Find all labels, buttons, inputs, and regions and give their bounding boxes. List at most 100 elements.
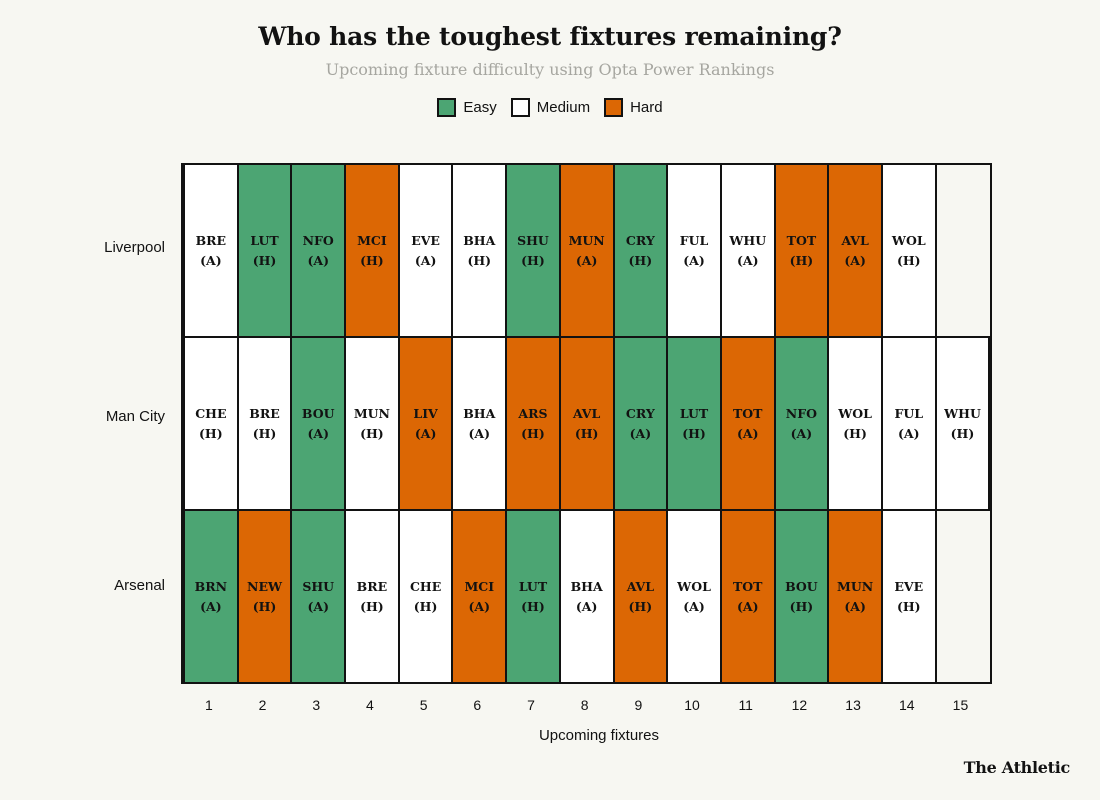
- fixture-cell[interactable]: BOU (H): [773, 511, 830, 682]
- fixture-cell[interactable]: LUT (H): [505, 511, 561, 682]
- fixture-cell[interactable]: WOL (H): [827, 338, 883, 509]
- fixture-cell[interactable]: EVE (H): [880, 511, 937, 682]
- fixture-cell[interactable]: BRE (H): [344, 511, 400, 682]
- fixture-cell[interactable]: SHU (A): [290, 511, 347, 682]
- fixture-opponent: FUL: [894, 406, 924, 422]
- fixture-cell[interactable]: CHE (H): [397, 511, 454, 682]
- fixture-row-arsenal: BRN (A) NEW (H) SHU (A) BRE (H) CHE (H) MCI (A) LUT (…: [181, 509, 993, 684]
- orange-square-swatch: [604, 98, 624, 117]
- x-axis-tick: 8: [580, 697, 589, 713]
- fixture-opponent: NEW: [247, 579, 283, 595]
- fixture-cell[interactable]: NEW (H): [236, 511, 293, 682]
- fixture-cell[interactable]: AVL (A): [827, 165, 883, 336]
- x-axis-tick: 11: [738, 697, 753, 713]
- x-axis-tick: 12: [791, 697, 808, 713]
- x-axis-tick: 9: [634, 697, 643, 713]
- fixture-cell[interactable]: FUL (A): [880, 338, 937, 509]
- fixture-cell[interactable]: TOT (A): [719, 338, 776, 509]
- page-title: Who has the toughest fixtures remaining?: [258, 22, 842, 51]
- fixture-venue: (H): [628, 252, 653, 268]
- fixture-cell[interactable]: NFO (A): [290, 165, 347, 336]
- fixture-cell[interactable]: LIV (A): [397, 338, 454, 509]
- fixture-opponent: NFO: [785, 406, 817, 422]
- fixture-venue: (A): [844, 598, 866, 614]
- fixture-cell[interactable]: BHA (A): [558, 511, 615, 682]
- fixture-opponent: CRY: [625, 233, 655, 249]
- fixture-opponent: CHE: [195, 406, 227, 422]
- fixture-opponent: MUN: [568, 233, 605, 249]
- fixture-venue: (H): [360, 598, 384, 614]
- fixture-venue: (H): [252, 598, 277, 614]
- fixture-cell[interactable]: AVL (H): [558, 338, 615, 509]
- fixture-opponent: LUT: [250, 233, 279, 249]
- row-label-man-city: Man City: [105, 407, 165, 425]
- fixture-cell[interactable]: TOT (A): [719, 511, 776, 682]
- fixture-venue: (A): [736, 598, 759, 614]
- x-axis-tick: 2: [258, 697, 267, 713]
- fixture-cell[interactable]: MUN (A): [558, 165, 615, 336]
- fixture-opponent: BRN: [194, 579, 228, 595]
- fixture-cell[interactable]: BRE (H): [236, 338, 293, 509]
- fixture-cell[interactable]: BHA (A): [451, 338, 508, 509]
- fixture-opponent: CHE: [409, 579, 442, 595]
- fixture-cell[interactable]: AVL (H): [612, 511, 669, 682]
- fixture-opponent: TOT: [786, 233, 817, 249]
- legend: Easy Medium Hard: [0, 98, 1100, 117]
- fixture-opponent: AVL: [573, 406, 601, 422]
- legend-item-medium: Medium: [510, 98, 591, 117]
- fixture-venue: (H): [896, 598, 921, 614]
- fixture-cell[interactable]: LUT (H): [236, 165, 293, 336]
- fixture-opponent: MUN: [353, 406, 390, 422]
- fixture-venue: (H): [896, 252, 921, 268]
- plot-area: BRE (A) LUT (H) NFO (A) MCI (H) EVE (A) BHA (H) SHU (…: [0, 0, 1100, 800]
- fixture-venue: (A): [844, 252, 866, 268]
- fixture-cell[interactable]: BHA (H): [451, 165, 508, 336]
- fixture-opponent: LIV: [413, 406, 438, 422]
- fixture-cell[interactable]: CRY (A): [612, 338, 669, 509]
- fixture-cell[interactable]: MUN (A): [827, 511, 883, 682]
- fixture-cell[interactable]: WOL (A): [666, 511, 722, 682]
- fixture-cell[interactable]: SHU (H): [505, 165, 561, 336]
- fixture-opponent: WOL: [677, 579, 711, 595]
- fixture-opponent: BOU: [301, 406, 335, 422]
- fixture-cell[interactable]: WHU (A): [719, 165, 776, 336]
- fixture-cell[interactable]: BRN (A): [183, 511, 239, 682]
- fixture-cell[interactable]: NFO (A): [773, 338, 830, 509]
- fixture-cell[interactable]: BRE (A): [183, 165, 239, 336]
- fixture-venue: (A): [629, 425, 652, 441]
- fixture-opponent: BRE: [356, 579, 388, 595]
- chart-subtitle: Upcoming fixture difficulty using Opta P…: [325, 60, 775, 79]
- fixture-cell[interactable]: CHE (H): [183, 338, 239, 509]
- fixture-row-man-city: CHE (H) BRE (H) BOU (A) MUN (H) LIV (A) BHA (A) ARS (…: [181, 336, 993, 511]
- fixture-cell[interactable]: WOL (H): [880, 165, 937, 336]
- fixture-cell[interactable]: MCI (A): [451, 511, 508, 682]
- fixture-venue: (A): [575, 252, 598, 268]
- fixture-cell[interactable]: ARS (H): [505, 338, 561, 509]
- fixture-cell[interactable]: LUT (H): [666, 338, 722, 509]
- x-axis-tick: 1: [204, 697, 213, 713]
- fixture-cell[interactable]: MCI (H): [344, 165, 400, 336]
- fixture-opponent: BHA: [570, 579, 603, 595]
- fixture-cell[interactable]: MUN (H): [344, 338, 400, 509]
- fixture-venue: (H): [628, 598, 653, 614]
- fixture-cell[interactable]: WHU (H): [934, 338, 991, 509]
- fixture-cell[interactable]: TOT (H): [773, 165, 830, 336]
- fixture-opponent: SHU: [302, 579, 335, 595]
- fixture-opponent: WOL: [838, 406, 872, 422]
- fixture-venue: (H): [789, 598, 814, 614]
- fixture-venue: (A): [200, 252, 222, 268]
- fixture-venue: (A): [683, 598, 705, 614]
- legend-item-label: Medium: [536, 99, 591, 116]
- fixture-venue: (A): [307, 425, 329, 441]
- fixture-opponent: MCI: [357, 233, 387, 249]
- fixture-cell[interactable]: BOU (A): [290, 338, 347, 509]
- fixture-cell[interactable]: EVE (A): [397, 165, 454, 336]
- fixture-venue: (A): [307, 598, 329, 614]
- chart-header: Who has the toughest fixtures remaining?…: [0, 0, 1100, 117]
- fixture-cell[interactable]: CRY (H): [612, 165, 669, 336]
- fixture-cell[interactable]: FUL (A): [666, 165, 722, 336]
- fixture-opponent: TOT: [732, 406, 763, 422]
- fixture-venue: (H): [843, 425, 867, 441]
- fixture-opponent: AVL: [841, 233, 869, 249]
- fixture-venue: (H): [521, 425, 545, 441]
